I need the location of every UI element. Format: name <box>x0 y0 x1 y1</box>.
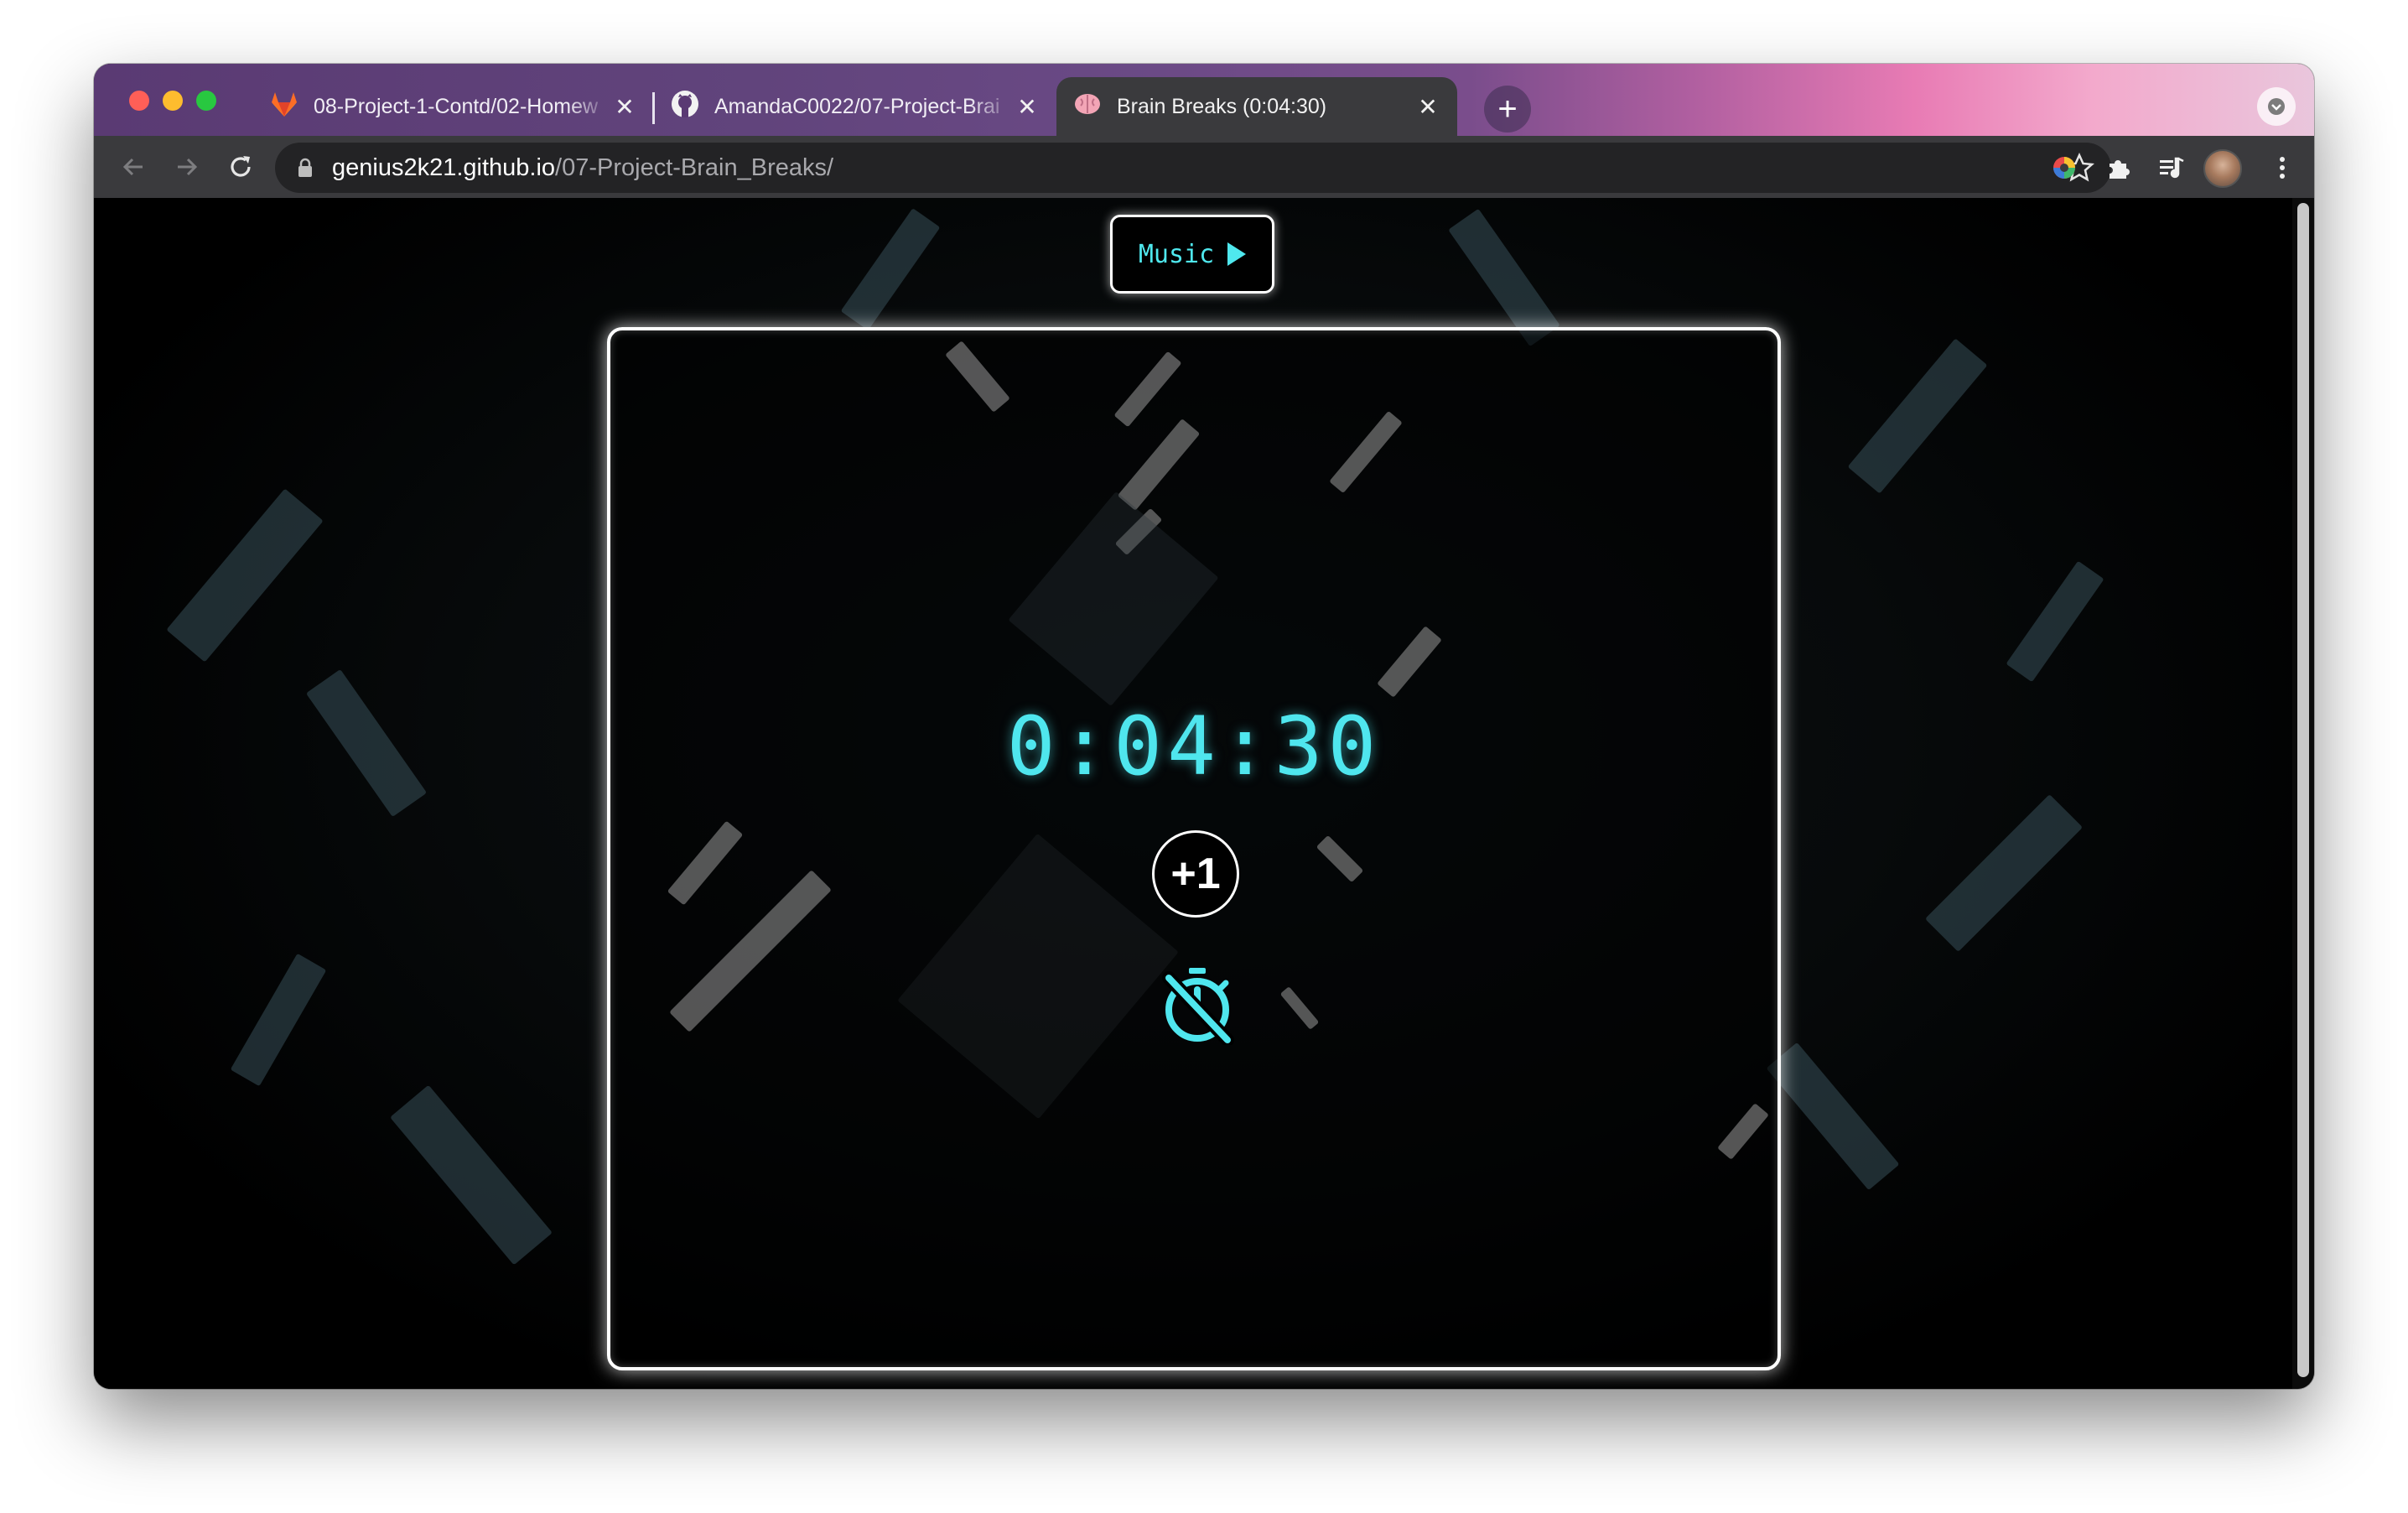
close-tab-icon[interactable]: ✕ <box>1015 94 1040 120</box>
gitlab-icon <box>270 91 298 123</box>
timer-panel: 0:04:30 +1 <box>607 327 1781 1370</box>
tab-title: Brain Breaks (0:04:30) <box>1117 94 1327 118</box>
music-play-button[interactable]: Music <box>1110 215 1274 294</box>
page-content: Music 0:04:30 +1 <box>94 198 2292 1389</box>
music-label: Music <box>1138 239 1215 269</box>
countdown-timer: 0:04:30 <box>1006 699 1382 793</box>
close-tab-icon[interactable]: ✕ <box>612 94 637 120</box>
add-minute-button[interactable]: +1 <box>1152 830 1239 918</box>
close-window-button[interactable] <box>129 91 149 111</box>
browser-window: 08-Project-1-Contd/02-Homew ✕ AmandaC002… <box>94 64 2314 1389</box>
tab-brain-breaks[interactable]: Brain Breaks (0:04:30) ✕ <box>1056 77 1457 136</box>
arrow-right-icon <box>178 158 198 176</box>
extensions-puzzle-icon[interactable] <box>2099 149 2136 186</box>
address-bar[interactable]: genius2k21.github.io/07-Project-Brain_Br… <box>275 143 2111 193</box>
url-text: genius2k21.github.io/07-Project-Brain_Br… <box>332 154 833 182</box>
tab-title: AmandaC0022/07-Project-Brai <box>714 94 1000 118</box>
reload-button[interactable] <box>221 148 260 186</box>
color-picker-extension-icon[interactable] <box>2046 149 2083 186</box>
minimize-window-button[interactable] <box>163 91 183 111</box>
forward-button[interactable] <box>168 148 206 186</box>
tab-gitlab[interactable]: 08-Project-1-Contd/02-Homew ✕ <box>253 77 654 136</box>
maximize-window-button[interactable] <box>196 91 216 111</box>
brain-icon <box>1073 91 1102 122</box>
arrow-left-icon <box>122 158 143 176</box>
media-queue-icon[interactable] <box>2153 149 2190 186</box>
browser-toolbar: genius2k21.github.io/07-Project-Brain_Br… <box>94 136 2314 198</box>
tab-strip: 08-Project-1-Contd/02-Homew ✕ AmandaC002… <box>94 64 2314 136</box>
tab-title: 08-Project-1-Contd/02-Homew <box>314 94 599 118</box>
new-tab-button[interactable]: + <box>1484 86 1531 133</box>
url-host: genius2k21.github.io <box>332 153 556 181</box>
tab-github[interactable]: AmandaC0022/07-Project-Brai ✕ <box>654 77 1056 136</box>
back-button[interactable] <box>114 148 153 186</box>
lock-icon <box>298 158 312 177</box>
profile-avatar[interactable] <box>2203 149 2242 188</box>
tab-search-button[interactable] <box>2257 87 2296 126</box>
github-icon <box>671 90 699 124</box>
kebab-menu-icon[interactable] <box>2264 149 2301 186</box>
scrollbar-thumb[interactable] <box>2297 203 2309 1377</box>
close-tab-icon[interactable]: ✕ <box>1415 94 1440 120</box>
play-icon <box>1227 242 1247 266</box>
url-path: /07-Project-Brain_Breaks/ <box>555 153 834 181</box>
reload-icon <box>231 156 251 177</box>
chevron-down-icon <box>2268 98 2285 115</box>
timer-off-icon[interactable] <box>1159 964 1236 1045</box>
